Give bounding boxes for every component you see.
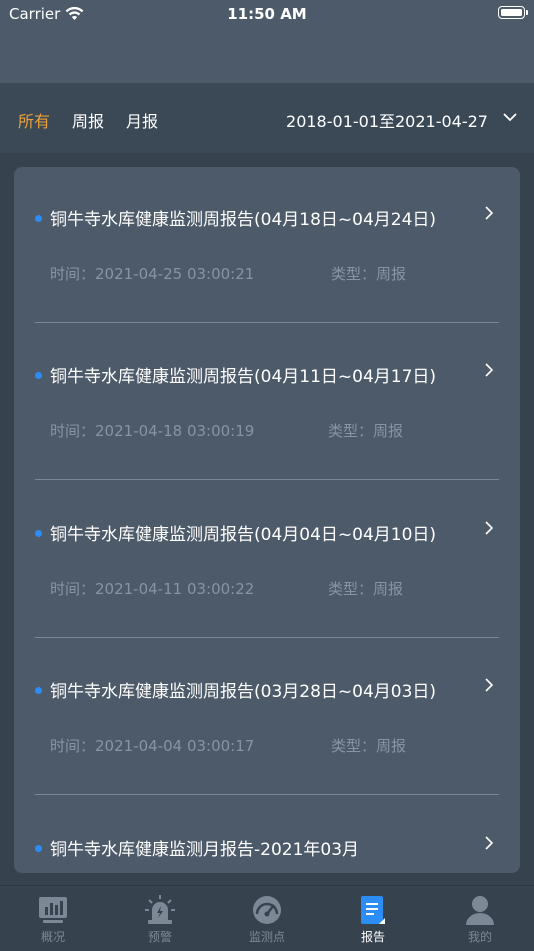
bullet-dot bbox=[35, 845, 42, 852]
report-item[interactable]: 铜牛寺水库健康监测周报告(04月04日~04月10日) 时间：2021-04-1… bbox=[14, 482, 520, 639]
chevron-right-icon bbox=[485, 521, 494, 535]
tab-alerts[interactable]: 预警 bbox=[107, 886, 213, 951]
tab-label: 报告 bbox=[360, 930, 385, 944]
divider bbox=[35, 322, 499, 323]
report-time: 时间：2021-04-04 03:00:17 bbox=[50, 737, 255, 755]
bullet-dot bbox=[35, 530, 42, 537]
report-type: 类型：周报 bbox=[331, 737, 407, 755]
divider bbox=[35, 479, 499, 480]
report-type: 类型：周报 bbox=[328, 422, 404, 440]
chevron-right-icon bbox=[485, 206, 494, 220]
gauge-icon bbox=[253, 896, 281, 924]
tab-monitoring-points[interactable]: 监测点 bbox=[214, 886, 320, 951]
tab-label: 我的 bbox=[467, 930, 492, 944]
filter-tab-monthly[interactable]: 月报 bbox=[126, 108, 158, 132]
report-type: 类型：周报 bbox=[328, 580, 404, 598]
bullet-dot bbox=[35, 215, 42, 222]
report-time: 时间：2021-04-25 03:00:21 bbox=[50, 265, 255, 283]
report-item[interactable]: 铜牛寺水库健康监测周报告(03月28日~04月03日) 时间：2021-04-0… bbox=[14, 639, 520, 796]
chevron-down-icon[interactable] bbox=[502, 111, 518, 123]
clock: 11:50 AM bbox=[227, 5, 307, 23]
report-item[interactable]: 铜牛寺水库健康监测周报告(04月18日~04月24日) 时间：2021-04-2… bbox=[14, 167, 520, 324]
tab-label: 概况 bbox=[40, 930, 65, 944]
report-title: 铜牛寺水库健康监测周报告(04月18日~04月24日) bbox=[50, 210, 437, 230]
report-time: 时间：2021-04-11 03:00:22 bbox=[50, 580, 255, 598]
bullet-dot bbox=[35, 687, 42, 694]
filter-tab-all[interactable]: 所有 bbox=[18, 108, 50, 132]
chevron-right-icon bbox=[485, 836, 494, 850]
date-range-picker[interactable]: 2018-01-01至2021-04-27 bbox=[286, 108, 488, 132]
filter-tab-weekly[interactable]: 周报 bbox=[72, 108, 104, 132]
report-list: 铜牛寺水库健康监测周报告(04月18日~04月24日) 时间：2021-04-2… bbox=[14, 167, 520, 873]
report-item[interactable]: 铜牛寺水库健康监测月报告-2021年03月 bbox=[14, 797, 520, 873]
top-header: Carrier 11:50 AM bbox=[0, 0, 534, 83]
report-type: 类型：周报 bbox=[331, 265, 407, 283]
tab-overview[interactable]: 概况 bbox=[0, 886, 106, 951]
report-title: 铜牛寺水库健康监测月报告-2021年03月 bbox=[50, 840, 360, 860]
status-bar: Carrier 11:50 AM bbox=[0, 0, 534, 28]
tab-profile[interactable]: 我的 bbox=[427, 886, 533, 951]
report-title: 铜牛寺水库健康监测周报告(04月11日~04月17日) bbox=[50, 367, 437, 387]
report-time: 时间：2021-04-18 03:00:19 bbox=[50, 422, 255, 440]
tab-label: 监测点 bbox=[248, 930, 285, 944]
report-title: 铜牛寺水库健康监测周报告(03月28日~04月03日) bbox=[50, 682, 437, 702]
report-item[interactable]: 铜牛寺水库健康监测周报告(04月11日~04月17日) 时间：2021-04-1… bbox=[14, 324, 520, 481]
chevron-right-icon bbox=[485, 678, 494, 692]
report-doc-icon bbox=[361, 896, 385, 924]
battery-icon bbox=[498, 6, 528, 19]
filter-bar: 所有 周报 月报 2018-01-01至2021-04-27 bbox=[0, 83, 534, 153]
alarm-light-icon bbox=[145, 895, 175, 924]
divider bbox=[35, 794, 499, 795]
chevron-right-icon bbox=[485, 363, 494, 377]
bottom-tab-bar: 概况 预警 监测点 报告 我的 bbox=[0, 885, 534, 951]
report-title: 铜牛寺水库健康监测周报告(04月04日~04月10日) bbox=[50, 525, 437, 545]
bullet-dot bbox=[35, 372, 42, 379]
person-icon bbox=[466, 896, 494, 925]
divider bbox=[35, 637, 499, 638]
tab-label: 预警 bbox=[147, 930, 172, 944]
tab-reports[interactable]: 报告 bbox=[320, 886, 426, 951]
overview-chart-icon bbox=[39, 897, 67, 923]
